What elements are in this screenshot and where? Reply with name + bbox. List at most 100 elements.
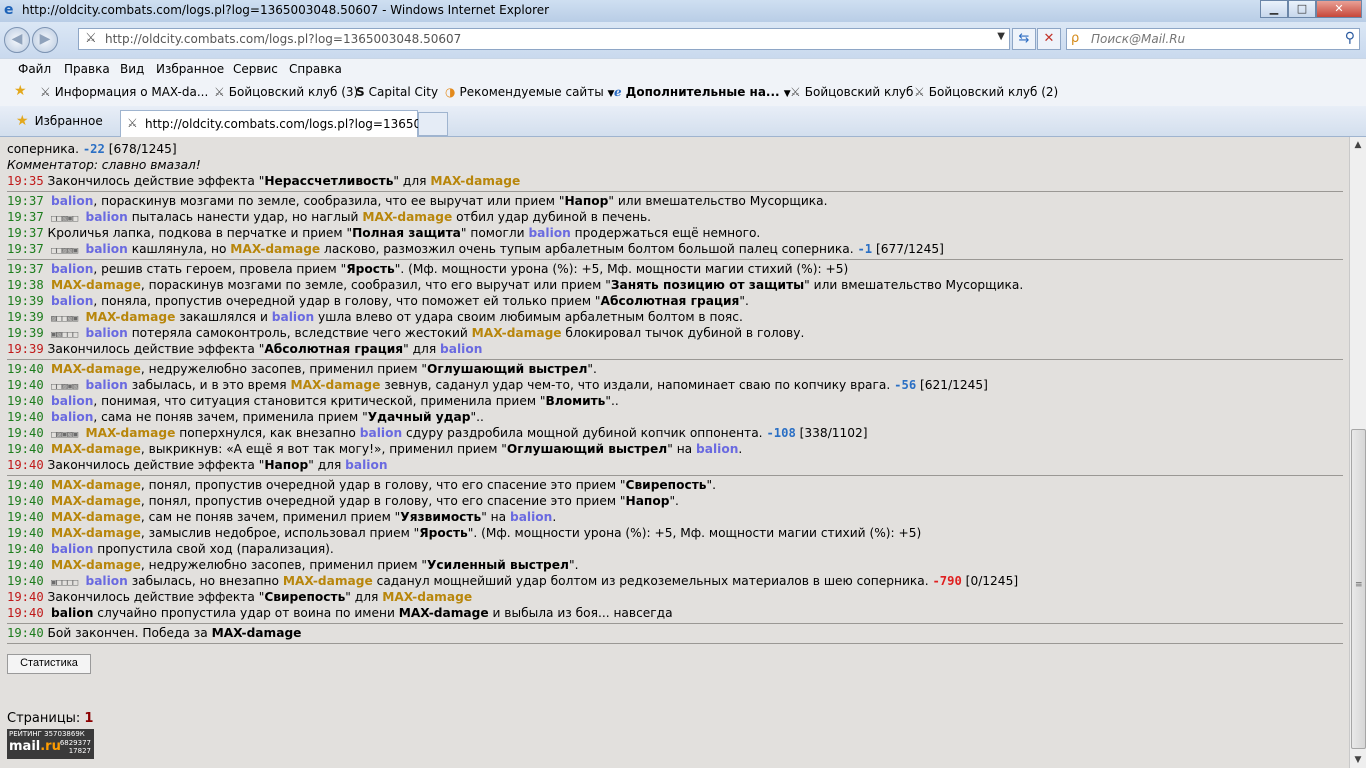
fav-item[interactable]: ◑ Рекомендуемые сайты ▼ [445, 85, 614, 99]
fighter-max-damage[interactable]: MAX-damage [399, 606, 489, 620]
fav-item[interactable]: S Capital City [356, 85, 438, 99]
search-input[interactable]: Поиск@Mail.Ru [1091, 32, 1185, 46]
close-button[interactable]: ✕ [1316, 0, 1362, 18]
crossed-swords-icon: ⚔ [127, 116, 138, 130]
fighter-max-damage[interactable]: MAX-damage [85, 426, 175, 440]
menu-tools[interactable]: Сервис [233, 62, 278, 76]
search-icon[interactable]: ⚲ [1345, 30, 1355, 46]
fighter-max-damage[interactable]: MAX-damage [51, 526, 141, 540]
fighter-balion[interactable]: balion [51, 294, 93, 308]
fighter-max-damage[interactable]: MAX-damage [51, 478, 141, 492]
scroll-up-icon[interactable]: ▲ [1350, 137, 1366, 153]
tab-bar: ★ Избранное ⚔ http://oldcity.combats.com/… [0, 106, 1366, 137]
fighter-max-damage[interactable]: MAX-damage [51, 278, 141, 292]
fighter-max-damage[interactable]: MAX-damage [51, 362, 141, 376]
fighter-balion[interactable]: balion [85, 574, 127, 588]
new-tab-button[interactable] [418, 112, 448, 136]
log-line: 19:37 Кроличья лапка, подкова в перчатке… [7, 226, 761, 240]
fighter-max-damage[interactable]: MAX-damage [230, 242, 320, 256]
menu-view[interactable]: Вид [120, 62, 144, 76]
fighter-max-damage[interactable]: MAX-damage [382, 590, 472, 604]
back-button[interactable]: ◀ [4, 27, 30, 53]
fighter-balion[interactable]: balion [85, 378, 127, 392]
fighter-max-damage[interactable]: MAX-damage [430, 174, 520, 188]
fav-item[interactable]: ℯ Дополнительные на... ▼ [614, 85, 791, 99]
fighter-balion[interactable]: balion [51, 542, 93, 556]
log-line: 19:37 □□▧▣□ balion пыталась нанести удар… [7, 209, 1343, 225]
log-line: 19:40 MAX-damage, понял, пропустив очере… [7, 478, 716, 492]
fighter-balion[interactable]: balion [440, 342, 482, 356]
fighter-balion[interactable]: balion [51, 410, 93, 424]
fighter-max-damage[interactable]: MAX-damage [362, 210, 452, 224]
forward-arrow-icon: ▶ [39, 31, 51, 47]
statistics-button[interactable]: Статистика [7, 654, 91, 674]
log-line: 19:40 MAX-damage, понял, пропустив очере… [7, 494, 679, 508]
refresh-button[interactable]: ⇆ [1012, 28, 1036, 50]
tab-active[interactable]: ⚔ http://oldcity.combats.com/logs.pl?log… [120, 110, 448, 137]
add-favorite-star-icon[interactable]: ★ [14, 83, 27, 99]
scrollbar-thumb[interactable]: ≡ [1351, 429, 1366, 749]
fighter-balion[interactable]: balion [528, 226, 570, 240]
mailru-rating-counter[interactable]: РЕЙТИНГ 35703869К mail.ru 6829377 17827 [7, 729, 94, 759]
address-input[interactable]: http://oldcity.combats.com/logs.pl?log=1… [105, 32, 461, 46]
fighter-balion[interactable]: balion [272, 310, 314, 324]
chevron-down-icon[interactable]: ▼ [997, 31, 1005, 42]
menu-edit[interactable]: Правка [64, 62, 110, 76]
divider [7, 191, 1343, 192]
crossed-swords-icon: ⚔ [40, 85, 51, 99]
fighter-balion[interactable]: balion [51, 394, 93, 408]
fighter-balion[interactable]: balion [510, 510, 552, 524]
crossed-swords-icon: ⚔ [790, 85, 801, 99]
vertical-scrollbar[interactable]: ▲ ≡ ▼ [1349, 137, 1366, 768]
fighter-max-damage[interactable]: MAX-damage [472, 326, 562, 340]
divider [7, 643, 1343, 644]
maximize-button[interactable]: □ [1288, 0, 1316, 18]
fighter-max-damage[interactable]: MAX-damage [85, 310, 175, 324]
log-line: 19:40 balion случайно пропустила удар от… [7, 606, 673, 620]
fighter-max-damage[interactable]: MAX-damage [290, 378, 380, 392]
menu-file[interactable]: Файл [18, 62, 51, 76]
fav-item[interactable]: ⚔ Информация о MAX-da... [40, 85, 208, 99]
fighter-balion[interactable]: balion [85, 242, 127, 256]
favorites-button[interactable]: ★ Избранное [16, 113, 103, 129]
mailru-logo-icon: mail.ru [9, 739, 61, 754]
fighter-balion[interactable]: balion [345, 458, 387, 472]
fighter-max-damage[interactable]: MAX-damage [51, 510, 141, 524]
fighter-balion[interactable]: balion [696, 442, 738, 456]
menu-bar: Файл Правка Вид Избранное Сервис Справка [0, 58, 1366, 81]
fighter-balion[interactable]: balion [85, 210, 127, 224]
log-line: 19:35 Закончилось действие эффекта "Нера… [7, 174, 521, 188]
menu-favorites[interactable]: Избранное [156, 62, 224, 76]
fighter-balion[interactable]: balion [360, 426, 402, 440]
back-arrow-icon: ◀ [11, 31, 23, 47]
menu-help[interactable]: Справка [289, 62, 342, 76]
star-icon: ★ [16, 113, 29, 129]
stop-button[interactable]: ✕ [1037, 28, 1061, 50]
fav-item[interactable]: ⚔ Бойцовский клуб (2) [914, 85, 1058, 99]
scroll-down-icon[interactable]: ▼ [1350, 752, 1366, 768]
log-line: 19:40 Закончилось действие эффекта "Напо… [7, 458, 388, 472]
refresh-icon: ⇆ [1018, 31, 1030, 46]
minimize-button[interactable]: ▁ [1260, 0, 1288, 18]
fighter-balion[interactable]: balion [51, 606, 93, 620]
fighter-max-damage[interactable]: MAX-damage [283, 574, 373, 588]
address-bar[interactable]: ⚔ http://oldcity.combats.com/logs.pl?log… [78, 28, 1010, 50]
window-titlebar: e http://oldcity.combats.com/logs.pl?log… [0, 0, 1366, 22]
capital-city-icon: S [356, 85, 365, 99]
fighter-max-damage[interactable]: MAX-damage [51, 558, 141, 572]
fighter-max-damage[interactable]: MAX-damage [51, 442, 141, 456]
fighter-balion[interactable]: balion [85, 326, 127, 340]
divider [7, 359, 1343, 360]
fighter-balion[interactable]: balion [51, 262, 93, 276]
fav-item[interactable]: ⚔ Бойцовский клуб [790, 85, 913, 99]
search-box[interactable]: ρ Поиск@Mail.Ru ⚲ [1066, 28, 1360, 50]
hit-zones-icon: □□▨▧▣ [51, 246, 79, 256]
fav-item[interactable]: ⚔ Бойцовский клуб (3) [214, 85, 358, 99]
log-line: 19:40 MAX-damage, замыслив недоброе, исп… [7, 526, 922, 540]
page-link-1[interactable]: 1 [84, 711, 93, 726]
winner-name[interactable]: MAX-damage [212, 626, 302, 640]
fighter-max-damage[interactable]: MAX-damage [51, 494, 141, 508]
forward-button[interactable]: ▶ [32, 27, 58, 53]
fighter-balion[interactable]: balion [51, 194, 93, 208]
page-content: соперника. -22 [678/1245] Комментатор: с… [0, 137, 1366, 768]
